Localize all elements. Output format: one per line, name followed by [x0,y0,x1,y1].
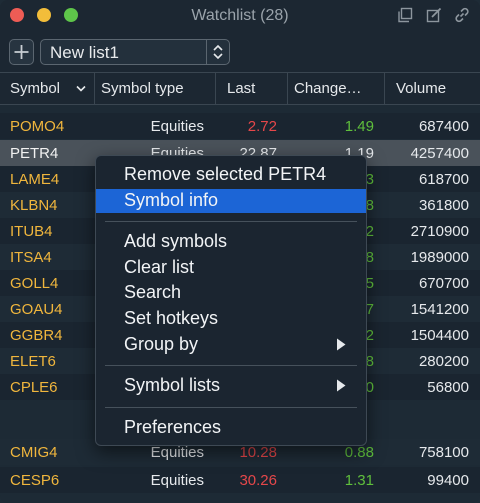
column-divider[interactable] [287,73,288,105]
table-header: Symbol Symbol type Last Change… Volume [0,72,480,105]
change-cell: 1.49 [344,118,374,135]
copy-icon[interactable] [397,7,413,23]
volume-cell: 1504400 [410,327,469,344]
menu-separator [105,221,357,222]
symbol-cell: GOAU4 [10,301,63,318]
symbol-cell: CMIG4 [10,444,58,461]
volume-cell: 758100 [418,444,469,461]
menu-item-search[interactable]: Search [96,281,366,305]
change-cell: 1.31 [344,472,374,489]
menu-item-add-symbols[interactable]: Add symbols [96,230,366,254]
menu-item-clear-list[interactable]: Clear list [96,256,366,280]
volume-cell: 1989000 [410,249,469,266]
menu-item-symbol-info[interactable]: Symbol info [96,189,366,213]
plus-icon [14,45,29,59]
menu-item-preferences[interactable]: Preferences [96,416,366,440]
table-row[interactable]: CESP6 Equities 30.26 1.31 99400 [0,467,480,493]
column-header-symbol[interactable]: Symbol [10,80,60,97]
watchlist-select[interactable]: New list1 [40,39,230,65]
volume-cell: 280200 [418,353,469,370]
symbol-cell: GOLL4 [10,275,59,292]
volume-cell: 1541200 [410,301,469,318]
link-icon[interactable] [454,7,470,23]
menu-item-symbol-lists[interactable]: Symbol lists [96,374,366,398]
menu-item-set-hotkeys[interactable]: Set hotkeys [96,307,366,331]
menu-separator [105,365,357,366]
menu-item-label: Search [124,282,182,302]
menu-item-label: Preferences [124,417,222,437]
table-row[interactable]: POMO4 Equities 2.72 1.49 687400 [0,113,480,139]
volume-cell: 99400 [427,472,469,489]
volume-cell: 361800 [418,197,469,214]
symbol-cell: GGBR4 [10,327,63,344]
symbol-cell: KLBN4 [10,197,58,214]
column-divider[interactable] [215,73,216,105]
menu-item-remove-selected[interactable]: Remove selected PETR4 [96,163,366,187]
triangle-right-icon [337,379,346,392]
edit-icon[interactable] [426,7,442,23]
change-cell: 0.88 [344,444,374,461]
volume-cell: 4257400 [410,145,469,162]
watchlist-select-value: New list1 [50,43,119,62]
symbol-cell: CESP6 [10,472,60,489]
up-down-chevron-icon [213,44,223,60]
last-price-cell: 10.28 [239,444,277,461]
menu-item-group-by[interactable]: Group by [96,333,366,357]
add-list-button[interactable] [9,39,34,65]
volume-cell: 56800 [427,379,469,396]
menu-item-label: Remove selected PETR4 [124,164,327,184]
last-price-cell: 30.26 [239,472,277,489]
symbol-cell: CPLE6 [10,379,58,396]
symbol-cell: PETR4 [10,145,59,162]
menu-item-label: Set hotkeys [124,308,219,328]
title-bar: Watchlist (28) [0,0,480,32]
symbol-type-cell: Equities [150,444,204,461]
menu-item-label: Add symbols [124,231,228,251]
column-divider[interactable] [94,73,95,105]
column-divider[interactable] [384,73,385,105]
column-header-last[interactable]: Last [227,80,255,97]
chevron-down-icon[interactable] [75,84,87,94]
volume-cell: 670700 [418,275,469,292]
context-menu: Remove selected PETR4 Symbol info Add sy… [95,155,367,446]
menu-item-label: Clear list [124,257,195,277]
symbol-cell: ITSA4 [10,249,52,266]
volume-cell: 687400 [418,118,469,135]
menu-item-label: Symbol lists [124,375,221,395]
column-header-symbol-type[interactable]: Symbol type [101,80,184,97]
symbol-cell: POMO4 [10,118,65,135]
column-header-volume[interactable]: Volume [396,80,446,97]
triangle-right-icon [337,338,346,351]
last-price-cell: 2.72 [247,118,277,135]
menu-item-label: Group by [124,334,199,354]
symbol-type-cell: Equities [150,472,204,489]
volume-cell: 618700 [418,171,469,188]
menu-item-label: Symbol info [124,190,219,210]
toolbar: New list1 [0,32,480,72]
symbol-cell: LAME4 [10,171,60,188]
select-divider [206,40,207,64]
volume-cell: 2710900 [410,223,469,240]
symbol-type-cell: Equities [150,118,204,135]
column-header-change[interactable]: Change… [294,80,362,97]
symbol-cell: ITUB4 [10,223,53,240]
symbol-cell: ELET6 [10,353,56,370]
menu-separator [105,407,357,408]
watchlist-window: Watchlist (28) New list1 Symbol Symbol t… [0,0,480,503]
